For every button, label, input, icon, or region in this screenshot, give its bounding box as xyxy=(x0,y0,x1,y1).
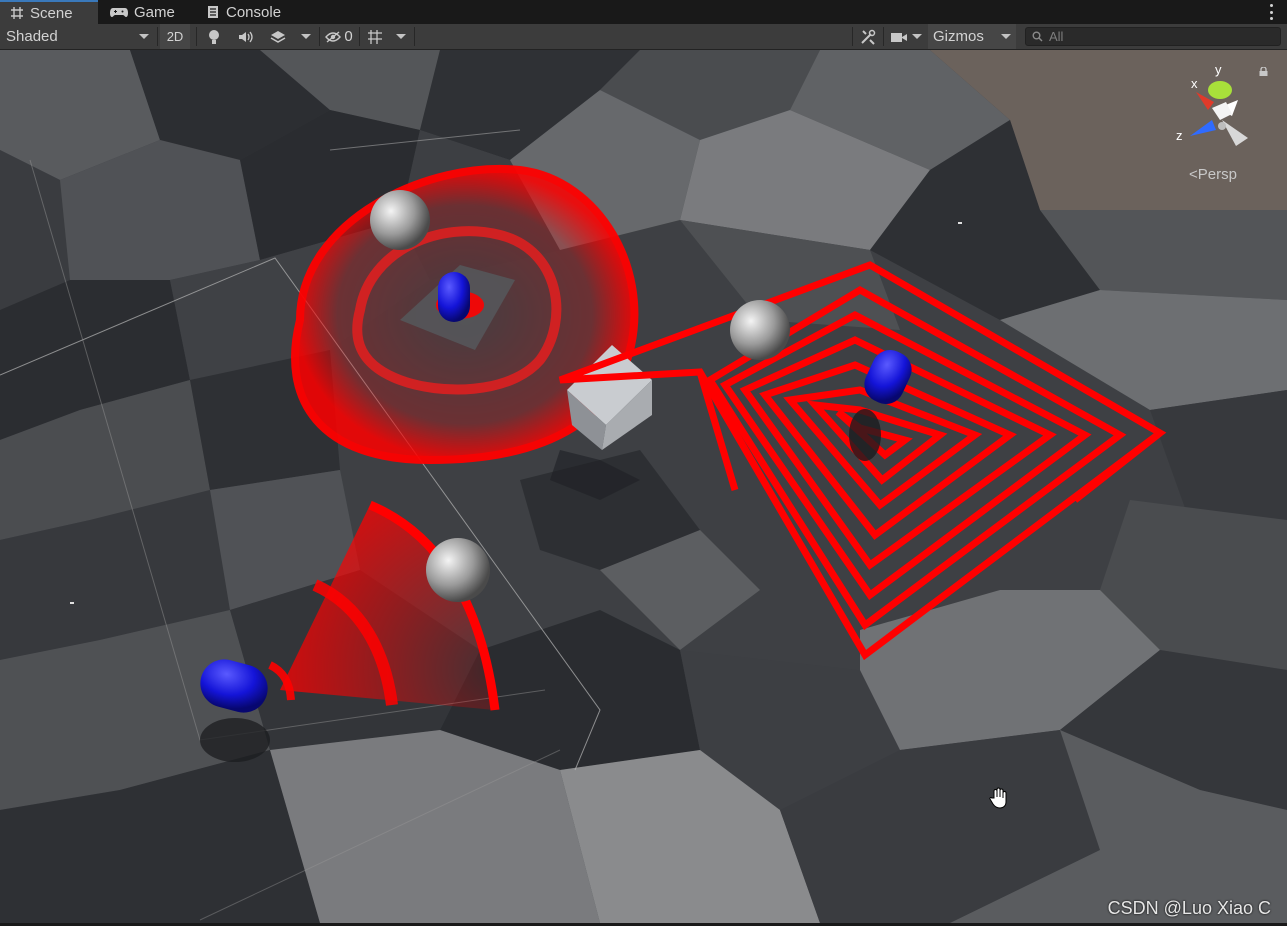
grid-icon xyxy=(11,7,23,19)
tab-console-label: Console xyxy=(226,3,282,21)
eye-slash-icon xyxy=(325,30,342,43)
chevron-down-icon xyxy=(1001,34,1011,39)
scene-viewport[interactable]: x y z <Persp CSDN @Luo Xiao C xyxy=(0,50,1287,923)
chevron-down-icon xyxy=(139,34,149,39)
search-icon xyxy=(1032,31,1043,42)
chevron-left-icon: < xyxy=(1189,166,1198,183)
axis-z-label: z xyxy=(1176,128,1183,143)
draw-mode-label: Shaded xyxy=(6,28,58,45)
sphere-object-1[interactable] xyxy=(370,190,430,250)
chevron-down-icon xyxy=(301,34,311,39)
draw-mode-dropdown[interactable]: Shaded xyxy=(0,24,155,49)
gamepad-icon xyxy=(110,8,128,17)
watermark-text: CSDN @Luo Xiao C xyxy=(1107,898,1271,918)
search-placeholder: All xyxy=(1049,29,1064,44)
tab-game-label: Game xyxy=(134,3,175,21)
tools-icon xyxy=(861,29,876,45)
effects-toggle-button[interactable] xyxy=(264,24,292,49)
tab-scene-label: Scene xyxy=(30,4,73,22)
grid-snap-icon xyxy=(368,29,382,44)
projection-label: Persp xyxy=(1197,166,1237,183)
camera-settings-button[interactable] xyxy=(886,24,926,49)
camera-icon xyxy=(891,32,907,42)
hierarchy-search-input[interactable]: All xyxy=(1025,27,1281,46)
console-icon xyxy=(208,6,218,18)
scene-canvas[interactable]: x y z xyxy=(0,50,1287,923)
tab-console[interactable]: Console xyxy=(196,0,296,24)
sphere-object-2[interactable] xyxy=(730,300,790,360)
sphere-object-3[interactable] xyxy=(426,538,490,602)
tools-button[interactable] xyxy=(855,24,881,49)
lock-icon[interactable] xyxy=(1259,67,1268,76)
tab-game[interactable]: Game xyxy=(100,0,190,24)
effects-dropdown[interactable] xyxy=(294,24,318,49)
axis-x-label: x xyxy=(1191,76,1198,91)
audio-toggle-button[interactable] xyxy=(232,24,260,49)
more-options-icon[interactable] xyxy=(1269,4,1273,20)
layers-icon xyxy=(270,30,286,43)
hidden-count: 0 xyxy=(344,28,353,45)
2d-toggle-button[interactable]: 2D xyxy=(160,24,190,49)
scene-toolbar: Shaded 2D 0 Gizmos All xyxy=(0,24,1287,50)
tab-bar: Scene Game Console xyxy=(0,0,1287,24)
2d-toggle-label: 2D xyxy=(166,29,184,44)
gizmos-dropdown[interactable]: Gizmos xyxy=(928,24,1016,49)
axis-y-label: y xyxy=(1215,62,1222,77)
grid-dropdown[interactable] xyxy=(390,24,412,49)
gizmos-label: Gizmos xyxy=(933,28,984,45)
lighting-toggle-button[interactable] xyxy=(200,24,228,49)
projection-toggle[interactable]: <Persp xyxy=(1189,166,1237,183)
lightbulb-icon xyxy=(209,29,219,44)
chevron-down-icon xyxy=(912,34,922,39)
hidden-objects-toggle[interactable]: 0 xyxy=(322,24,356,49)
grid-snap-button[interactable] xyxy=(362,24,388,49)
chevron-down-icon xyxy=(396,34,406,39)
speaker-icon xyxy=(239,31,253,42)
agent-capsule-1[interactable] xyxy=(438,272,470,322)
tab-scene[interactable]: Scene xyxy=(0,0,98,24)
